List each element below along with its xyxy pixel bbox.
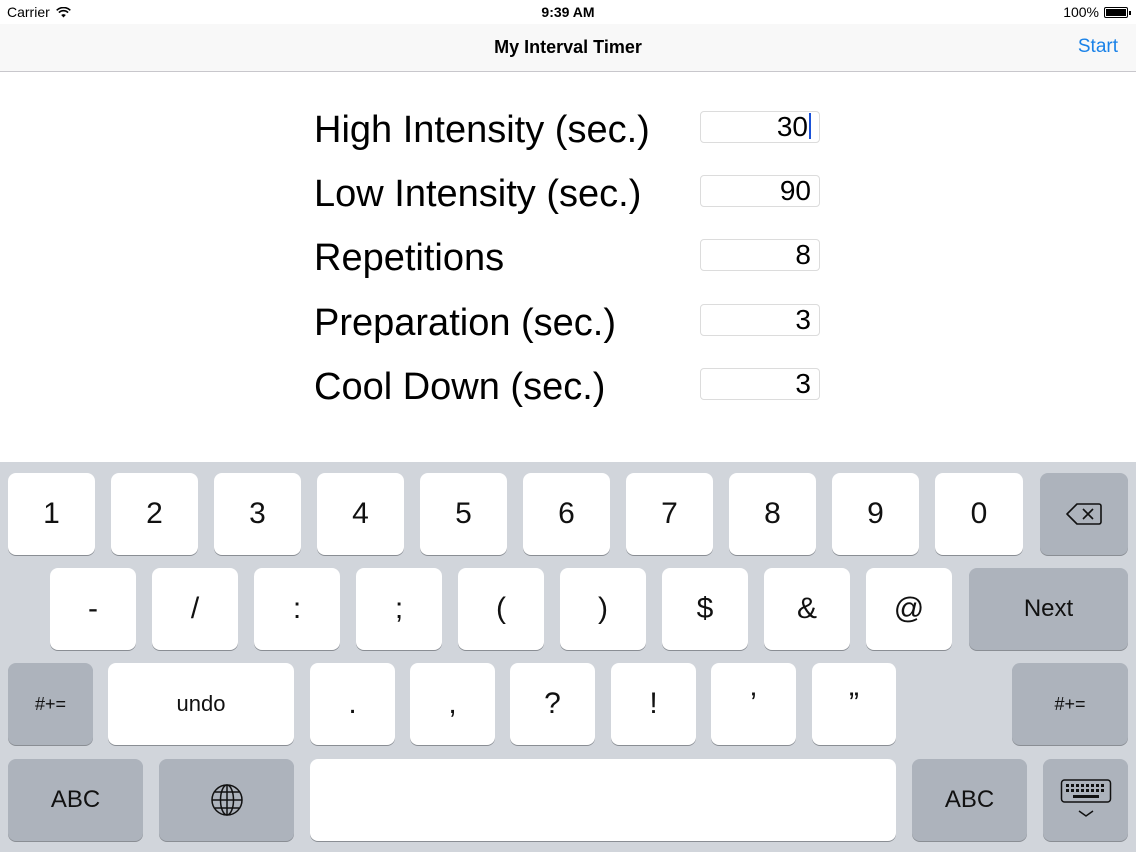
cool-down-label: Cool Down (sec.) (314, 366, 606, 408)
key-4[interactable]: 4 (317, 473, 404, 555)
high-intensity-label: High Intensity (sec.) (314, 109, 650, 151)
repetitions-label: Repetitions (314, 237, 505, 279)
key-quote[interactable]: ” (812, 663, 896, 745)
globe-button[interactable] (159, 759, 294, 841)
abc-button-left[interactable]: ABC (8, 759, 143, 841)
next-button[interactable]: Next (969, 568, 1128, 650)
battery-percent: 100% (1063, 4, 1099, 20)
preparation-row: Preparation (sec.) 3 (314, 299, 824, 344)
cool-down-row: Cool Down (sec.) 3 (314, 363, 824, 408)
key-at[interactable]: @ (866, 568, 952, 650)
key-3[interactable]: 3 (214, 473, 301, 555)
low-intensity-field[interactable]: 90 (700, 175, 820, 207)
key-comma[interactable]: , (410, 663, 495, 745)
key-slash[interactable]: / (152, 568, 238, 650)
cool-down-field[interactable]: 3 (700, 368, 820, 400)
backspace-icon (1066, 503, 1102, 525)
key-close-paren[interactable]: ) (560, 568, 646, 650)
key-9[interactable]: 9 (832, 473, 919, 555)
abc-button-right[interactable]: ABC (912, 759, 1027, 841)
battery-icon (1104, 6, 1131, 18)
key-semicolon[interactable]: ; (356, 568, 442, 650)
key-7[interactable]: 7 (626, 473, 713, 555)
key-ampersand[interactable]: & (764, 568, 850, 650)
keyboard-dismiss-icon (1060, 779, 1111, 817)
key-2[interactable]: 2 (111, 473, 198, 555)
undo-button[interactable]: undo (108, 663, 294, 745)
start-button[interactable]: Start (1078, 36, 1118, 58)
preparation-field[interactable]: 3 (700, 304, 820, 336)
low-intensity-row: Low Intensity (sec.) 90 (314, 170, 824, 215)
page-title: My Interval Timer (494, 37, 642, 57)
key-exclamation[interactable]: ! (611, 663, 696, 745)
key-6[interactable]: 6 (523, 473, 610, 555)
key-period[interactable]: . (310, 663, 395, 745)
high-intensity-field[interactable]: 30 (700, 111, 820, 143)
more-symbols-button-left[interactable]: #+= (8, 663, 93, 745)
key-0[interactable]: 0 (935, 473, 1023, 555)
low-intensity-label: Low Intensity (sec.) (314, 173, 642, 215)
globe-icon (210, 784, 243, 816)
high-intensity-value: 30 (776, 111, 808, 142)
battery-group: 100% (1063, 4, 1131, 20)
key-question-mark[interactable]: ? (510, 663, 595, 745)
high-intensity-row: High Intensity (sec.) 30 (314, 106, 824, 151)
key-8[interactable]: 8 (729, 473, 816, 555)
key-dollar[interactable]: $ (662, 568, 748, 650)
repetitions-field[interactable]: 8 (700, 239, 820, 271)
key-5[interactable]: 5 (420, 473, 507, 555)
status-time: 9:39 AM (541, 4, 595, 20)
key-colon[interactable]: : (254, 568, 340, 650)
status-bar: Carrier 9:39 AM 100% (0, 0, 1136, 24)
key-apostrophe[interactable]: ’ (711, 663, 796, 745)
text-cursor (809, 113, 811, 139)
space-bar[interactable] (310, 759, 896, 841)
preparation-label: Preparation (sec.) (314, 302, 617, 344)
interval-settings-form: High Intensity (sec.) 30 Low Intensity (… (0, 72, 1136, 462)
key-hyphen[interactable]: - (50, 568, 136, 650)
delete-button[interactable] (1040, 473, 1128, 555)
key-open-paren[interactable]: ( (458, 568, 544, 650)
repetitions-row: Repetitions 8 (314, 234, 824, 279)
more-symbols-button-right[interactable]: #+= (1012, 663, 1128, 745)
navigation-bar: My Interval Timer Start (0, 24, 1136, 72)
numeric-keyboard: 1 2 3 4 5 6 7 8 9 0 - / : ; ( ) $ & @ Ne… (0, 462, 1136, 852)
key-1[interactable]: 1 (8, 473, 95, 555)
dismiss-keyboard-button[interactable] (1043, 759, 1128, 841)
